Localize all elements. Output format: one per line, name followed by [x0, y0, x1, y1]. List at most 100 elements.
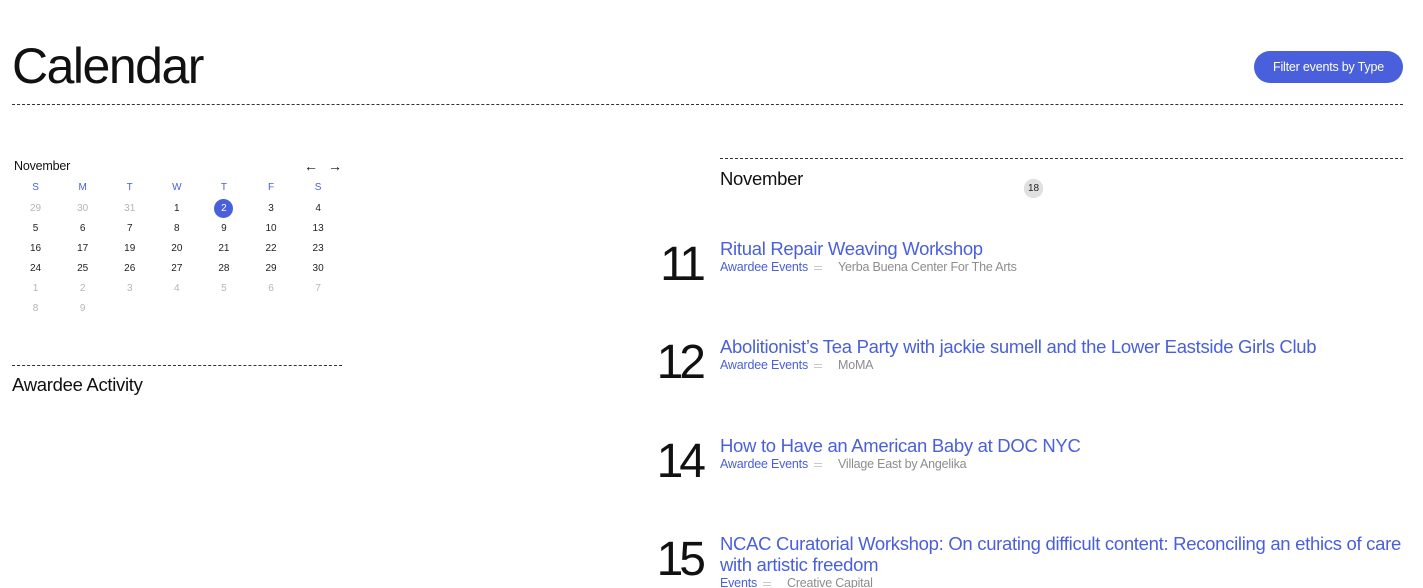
weekday-label: T	[220, 182, 227, 193]
calendar-day-cell[interactable]: 16	[12, 238, 59, 258]
calendar-day-cell[interactable]: 6	[247, 278, 294, 298]
calendar-day-cell[interactable]: 4	[295, 198, 342, 218]
calendar-day[interactable]: 6	[73, 219, 92, 238]
calendar-day[interactable]: 9	[73, 299, 92, 318]
calendar-day[interactable]: 25	[73, 259, 92, 278]
calendar-day-cell[interactable]: 28	[200, 258, 247, 278]
calendar-day-cell[interactable]: 9	[200, 218, 247, 238]
calendar-day-cell[interactable]: 29	[12, 198, 59, 218]
calendar-day[interactable]: 8	[26, 299, 45, 318]
arrow-right-icon[interactable]: →	[328, 159, 342, 173]
event-title-link[interactable]: How to Have an American Baby at DOC NYC	[720, 435, 1403, 456]
calendar-day-cell[interactable]: 2	[200, 198, 247, 218]
calendar-day-cell[interactable]: 9	[59, 298, 106, 318]
calendar-day-cell[interactable]: 29	[247, 258, 294, 278]
calendar-day[interactable]: 6	[262, 279, 281, 298]
calendar-day-cell[interactable]: 3	[106, 278, 153, 298]
calendar-day[interactable]: 28	[214, 259, 233, 278]
calendar-day[interactable]: 30	[309, 259, 328, 278]
calendar-day[interactable]: 29	[26, 199, 45, 218]
calendar-day-cell[interactable]: 5	[200, 278, 247, 298]
calendar-day[interactable]: 30	[73, 199, 92, 218]
calendar-day[interactable]: 3	[120, 279, 139, 298]
calendar-day[interactable]: 29	[262, 259, 281, 278]
calendar-day-cell[interactable]: 3	[247, 198, 294, 218]
calendar-day[interactable]: 19	[120, 239, 139, 258]
calendar-day-with-event[interactable]: 18	[1024, 178, 1043, 198]
separator-icon	[814, 463, 822, 467]
calendar-day[interactable]: 20	[167, 239, 186, 258]
calendar-day[interactable]: 27	[167, 259, 186, 278]
event-meta: Awardee Events MoMA	[720, 358, 1403, 372]
calendar-day[interactable]: 1	[26, 279, 45, 298]
weekday-label: M	[78, 182, 87, 193]
calendar-day-cell[interactable]: 21	[200, 238, 247, 258]
calendar-day[interactable]: 23	[309, 239, 328, 258]
calendar-day-cell[interactable]: 8	[12, 298, 59, 318]
calendar-day-cell[interactable]: 13	[295, 218, 342, 238]
calendar-day[interactable]: 4	[167, 279, 186, 298]
calendar-day-cell[interactable]: 25	[59, 258, 106, 278]
calendar-day[interactable]: 2	[73, 279, 92, 298]
calendar-day-cell[interactable]: 8	[153, 218, 200, 238]
calendar-day-cell[interactable]: 20	[153, 238, 200, 258]
awardee-activity-heading: Awardee Activity	[12, 374, 143, 395]
calendar-day[interactable]: 22	[262, 239, 281, 258]
event-venue: Creative Capital	[787, 576, 873, 588]
calendar-day[interactable]: 4	[309, 199, 328, 218]
event-title-link[interactable]: Ritual Repair Weaving Workshop	[720, 238, 1403, 259]
events-month-heading: November	[720, 168, 803, 189]
arrow-left-icon[interactable]: ←	[304, 159, 318, 173]
calendar-day[interactable]: 5	[26, 219, 45, 238]
calendar-day-cell[interactable]: 23	[295, 238, 342, 258]
calendar-day-today[interactable]: 2	[214, 198, 234, 218]
calendar-day[interactable]: 13	[309, 219, 328, 238]
calendar-day[interactable]: 3	[262, 199, 281, 218]
calendar-day-cell[interactable]: 5	[12, 218, 59, 238]
filter-events-button[interactable]: Filter events by Type	[1254, 51, 1403, 83]
calendar-day-cell[interactable]: 17	[59, 238, 106, 258]
calendar-day[interactable]: 10	[262, 219, 281, 238]
mini-calendar-grid: SMTWTFS293031123456789101112131415161718…	[12, 178, 1043, 318]
calendar-day-cell[interactable]: 7	[295, 278, 342, 298]
calendar-day-cell[interactable]: 30	[295, 258, 342, 278]
calendar-day[interactable]: 5	[214, 279, 233, 298]
event-body: Abolitionist’s Tea Party with jackie sum…	[720, 336, 1403, 372]
mini-calendar-header: November ← →	[12, 156, 342, 176]
calendar-day[interactable]: 17	[73, 239, 92, 258]
calendar-day[interactable]: 7	[309, 279, 328, 298]
event-type-link[interactable]: Awardee Events	[720, 358, 808, 372]
calendar-day[interactable]: 8	[167, 219, 186, 238]
event-type-link[interactable]: Events	[720, 576, 757, 588]
event-title-link[interactable]: NCAC Curatorial Workshop: On curating di…	[720, 533, 1403, 575]
event-body: How to Have an American Baby at DOC NYC …	[720, 435, 1403, 471]
calendar-day[interactable]: 1	[167, 199, 186, 218]
calendar-day[interactable]: 9	[214, 219, 233, 238]
calendar-day-cell[interactable]: 22	[247, 238, 294, 258]
event-type-link[interactable]: Awardee Events	[720, 457, 808, 471]
calendar-day[interactable]: 21	[214, 239, 233, 258]
calendar-day-cell[interactable]: 1	[12, 278, 59, 298]
calendar-day[interactable]: 31	[120, 199, 139, 218]
event-title-link[interactable]: Abolitionist’s Tea Party with jackie sum…	[720, 336, 1403, 357]
calendar-day[interactable]: 24	[26, 259, 45, 278]
calendar-day-cell[interactable]: 1	[153, 198, 200, 218]
calendar-day-cell[interactable]: 26	[106, 258, 153, 278]
calendar-day[interactable]: 7	[120, 219, 139, 238]
calendar-day[interactable]: 16	[26, 239, 45, 258]
events-month-divider	[720, 158, 1403, 159]
calendar-day-cell[interactable]: 4	[153, 278, 200, 298]
calendar-day-cell[interactable]: 7	[106, 218, 153, 238]
calendar-day-cell[interactable]: 24	[12, 258, 59, 278]
event-type-link[interactable]: Awardee Events	[720, 260, 808, 274]
calendar-day-cell[interactable]: 2	[59, 278, 106, 298]
calendar-day[interactable]: 26	[120, 259, 139, 278]
calendar-day-cell[interactable]: 31	[106, 198, 153, 218]
calendar-day-cell[interactable]: 30	[59, 198, 106, 218]
page-title: Calendar	[12, 38, 204, 94]
weekday-label: F	[267, 182, 275, 193]
calendar-day-cell[interactable]: 27	[153, 258, 200, 278]
calendar-day-cell[interactable]: 6	[59, 218, 106, 238]
calendar-day-cell[interactable]: 10	[247, 218, 294, 238]
calendar-day-cell[interactable]: 19	[106, 238, 153, 258]
